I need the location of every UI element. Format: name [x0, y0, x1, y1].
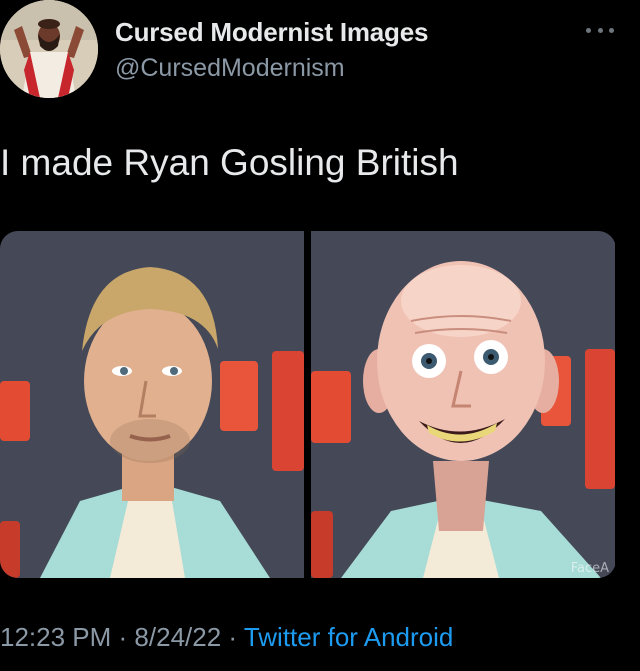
more-dot: [609, 27, 614, 33]
author-display-name[interactable]: Cursed Modernist Images: [115, 16, 428, 48]
photo-edited-image: [311, 231, 615, 578]
author-handle[interactable]: @CursedModernism: [115, 52, 428, 84]
more-dot: [597, 27, 603, 33]
meta-separator: ·: [228, 622, 244, 652]
more-dot: [586, 27, 591, 33]
photo-original[interactable]: [0, 231, 304, 578]
photo-original-image: [0, 231, 304, 578]
tweet-source-link[interactable]: Twitter for Android: [244, 622, 454, 652]
more-horizontal-icon[interactable]: [586, 22, 614, 38]
tweet-time[interactable]: 12:23 PM: [0, 622, 111, 652]
photo-edited[interactable]: FaceA: [311, 231, 615, 578]
tweet-text: I made Ryan Gosling British: [0, 142, 459, 183]
tweet-header: Cursed Modernist Images @CursedModernism: [0, 0, 640, 110]
tweet-media: FaceA: [0, 231, 616, 578]
tweet-date[interactable]: 8/24/22: [134, 622, 221, 652]
avatar[interactable]: [0, 0, 98, 98]
avatar-image: [0, 0, 98, 98]
author-names: Cursed Modernist Images @CursedModernism: [115, 16, 428, 84]
app-watermark: FaceA: [570, 561, 609, 576]
tweet-meta: 12:23 PM · 8/24/22 · Twitter for Android: [0, 620, 453, 654]
meta-separator: ·: [118, 622, 135, 652]
